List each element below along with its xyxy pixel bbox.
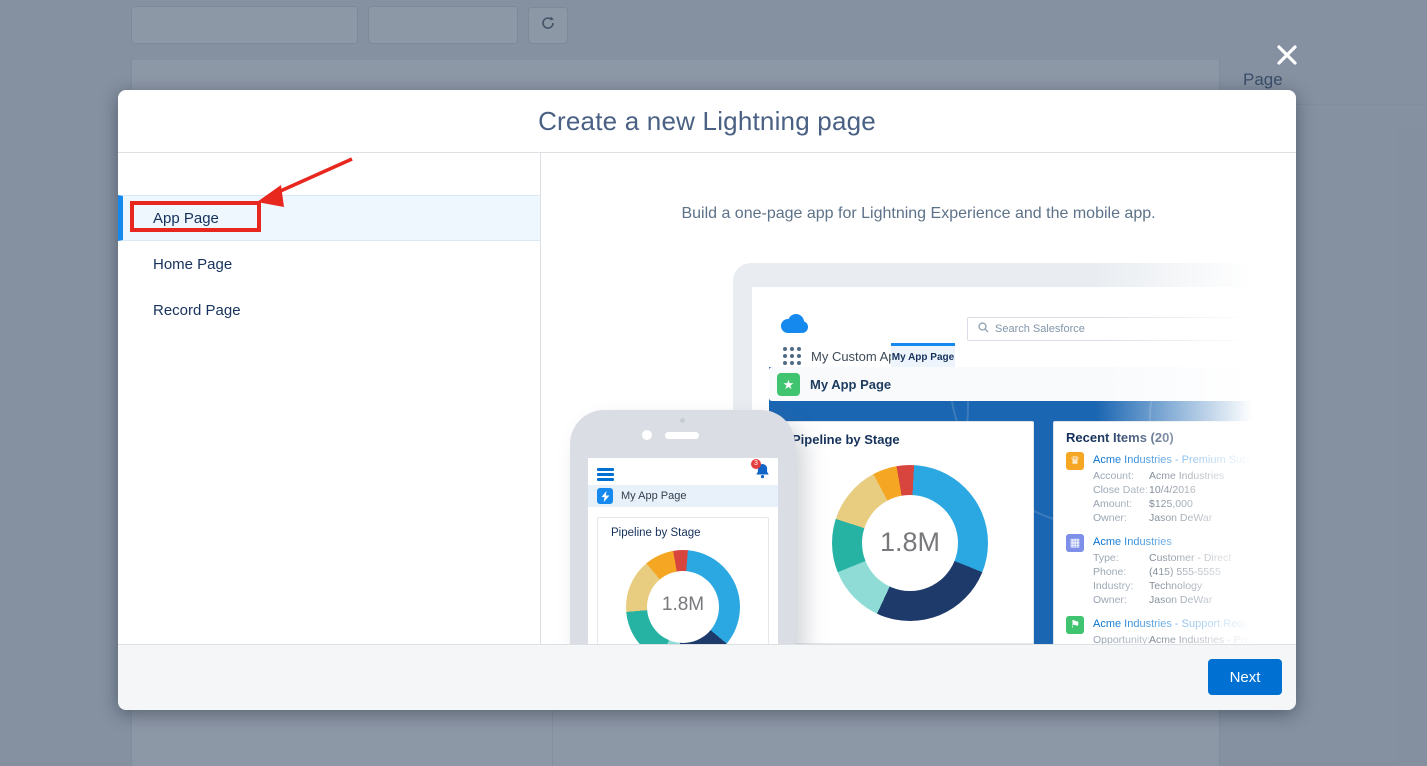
salesforce-logo-icon — [778, 313, 808, 340]
recent-item-fields: Opportunity:Acme Industries - Premium Su… — [1093, 633, 1284, 644]
field-row: Account:Acme Industries — [1093, 469, 1296, 483]
phone-speaker — [665, 432, 699, 439]
field-value: $125,000 — [1149, 497, 1193, 511]
field-row: Opportunity:Acme Industries - Premium Su… — [1093, 633, 1284, 644]
page-type-label: Record Page — [153, 302, 241, 319]
search-placeholder: Search Salesforce — [995, 323, 1085, 335]
field-value: Acme Industries — [1149, 469, 1224, 483]
modal-body: App Page Home Page Record Page Build a o… — [118, 153, 1296, 644]
field-label: Opportunity: — [1093, 633, 1149, 644]
field-row: Phone:(415) 555-5555 — [1093, 565, 1231, 579]
phone-page-title: My App Page — [621, 490, 686, 502]
page-type-item-app-page[interactable]: App Page — [118, 195, 540, 241]
pipeline-donut-chart: 1.8M — [832, 465, 988, 621]
page-type-item-record-page[interactable]: Record Page — [118, 287, 540, 333]
page-type-description: Build a one-page app for Lightning Exper… — [541, 205, 1296, 223]
field-value: Customer - Direct — [1149, 551, 1231, 565]
page-type-label: Home Page — [153, 256, 232, 273]
page-type-list: App Page Home Page Record Page — [118, 153, 541, 644]
menu-icon — [597, 468, 614, 483]
page-type-item-home-page[interactable]: Home Page — [118, 241, 540, 287]
field-value: Jason DeWar — [1149, 593, 1212, 607]
app-page-tab: My App Page — [891, 343, 955, 368]
field-value: Acme Industries - Premium Support Reques… — [1149, 633, 1284, 644]
field-label: Industry: — [1093, 579, 1149, 593]
recent-item-fields: Account:Acme IndustriesClose Date:10/4/2… — [1093, 469, 1296, 525]
page-type-label: App Page — [153, 210, 219, 227]
recent-item: ⚑ Acme Industries - Support Request Opport… — [1066, 616, 1296, 644]
account-icon: ▦ — [1066, 534, 1084, 552]
recent-item-link: Acme Industries — [1093, 536, 1231, 548]
field-label: Type: — [1093, 551, 1149, 565]
app-name: My Custom App — [811, 349, 903, 364]
field-row: Owner:Jason DeWar — [1093, 593, 1231, 607]
phone-mockup: 3 My App Page Pipeline by Stage 1.8M — [570, 410, 795, 644]
page-type-detail-pane: Build a one-page app for Lightning Exper… — [541, 153, 1296, 644]
field-row: Industry:Technology — [1093, 579, 1231, 593]
recent-item-link: Acme Industries - Premium Support Packag… — [1093, 454, 1296, 466]
phone-sensor-dot — [680, 418, 685, 423]
tab-label: My App Page — [892, 352, 954, 363]
phone-screen: 3 My App Page Pipeline by Stage 1.8M — [588, 458, 778, 644]
search-icon — [978, 322, 989, 336]
field-label: Phone: — [1093, 565, 1149, 579]
phone-camera — [642, 430, 652, 440]
field-row: Close Date:10/4/2016 — [1093, 483, 1296, 497]
field-row: Owner:Jason DeWar — [1093, 511, 1296, 525]
desktop-mockup: Search Salesforce My Custom App My App P… — [733, 263, 1296, 644]
recent-items-list: ♛ Acme Industries - Premium Support Packa… — [1066, 452, 1296, 644]
field-row: Amount:$125,000 — [1093, 497, 1296, 511]
field-row: Type:Customer - Direct — [1093, 551, 1231, 565]
page-background: ★ My App Page Pipeline by Stage 1.8M A — [769, 367, 1296, 644]
opportunity-crown-icon: ♛ — [1066, 452, 1084, 470]
close-icon — [1272, 57, 1302, 74]
field-value: Technology — [1149, 579, 1202, 593]
phone-donut-chart: 1.8M — [626, 550, 740, 644]
modal-header: Create a new Lightning page — [118, 90, 1296, 153]
recent-item: ▦ Acme Industries Type:Customer - DirectPh… — [1066, 534, 1296, 607]
donut-center-value: 1.8M — [832, 527, 988, 558]
phone-app-bar: My App Page — [588, 485, 778, 507]
pipeline-card: Pipeline by Stage 1.8M As of Today at 8:… — [782, 421, 1034, 644]
recent-items-card: Recent Items (20) ♛ Acme Industries - Pre… — [1053, 421, 1296, 644]
field-value: Jason DeWar — [1149, 511, 1212, 525]
campaign-flag-icon: ⚑ — [1066, 616, 1084, 634]
modal-title: Create a new Lightning page — [538, 106, 876, 137]
field-value: (415) 555-5555 — [1149, 565, 1221, 579]
modal-footer: Next — [118, 644, 1296, 710]
recent-item: ♛ Acme Industries - Premium Support Packa… — [1066, 452, 1296, 525]
notification-badge: 3 — [751, 459, 761, 469]
field-value: 10/4/2016 — [1149, 483, 1196, 497]
field-label: Close Date: — [1093, 483, 1149, 497]
phone-pipeline-title: Pipeline by Stage — [611, 527, 701, 539]
recent-items-title: Recent Items (20) — [1066, 430, 1174, 445]
field-label: Owner: — [1093, 593, 1149, 607]
field-label: Owner: — [1093, 511, 1149, 525]
donut-center-value: 1.8M — [626, 594, 740, 616]
pipeline-card-title: Pipeline by Stage — [792, 432, 900, 447]
search-box: Search Salesforce — [967, 317, 1277, 341]
phone-pipeline-card: Pipeline by Stage 1.8M — [597, 517, 769, 644]
recent-item-fields: Type:Customer - DirectPhone:(415) 555-55… — [1093, 551, 1231, 607]
field-label: Account: — [1093, 469, 1149, 483]
desktop-screen: Search Salesforce My Custom App My App P… — [752, 287, 1296, 644]
close-button[interactable] — [1272, 40, 1302, 70]
next-button[interactable]: Next — [1208, 659, 1282, 695]
create-lightning-page-modal: Create a new Lightning page App Page Hom… — [118, 90, 1296, 710]
recent-item-link: Acme Industries - Support Request — [1093, 618, 1284, 630]
lightning-bolt-icon — [597, 488, 613, 504]
field-label: Amount: — [1093, 497, 1149, 511]
